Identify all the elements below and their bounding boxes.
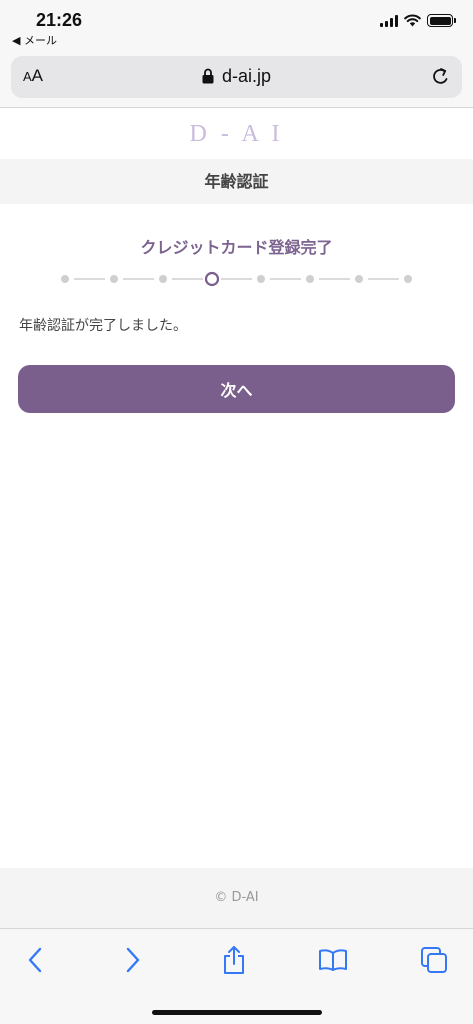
wifi-icon [404, 14, 421, 27]
progress-step [257, 275, 265, 283]
progress-step [355, 275, 363, 283]
progress-indicator [61, 271, 412, 287]
url-text: d-ai.jp [221, 66, 272, 86]
progress-step [404, 275, 412, 283]
step-title: クレジットカード登録完了 [140, 238, 333, 257]
page-title: 年齢認証 [204, 172, 269, 191]
back-to-app-link[interactable]: ◀ メール [12, 32, 57, 48]
reload-icon[interactable] [430, 66, 452, 88]
progress-step [159, 275, 167, 283]
bookmarks-icon[interactable] [318, 945, 348, 975]
status-time: 21:26 [36, 10, 83, 30]
lock-icon [202, 68, 214, 84]
progress-step-current [204, 271, 220, 287]
title-band: 年齢認証 [0, 159, 473, 204]
address-bar[interactable]: AA d-ai.jp [11, 56, 462, 98]
share-icon[interactable] [219, 945, 249, 975]
cellular-signal-icon [380, 14, 398, 27]
site-header: D - A I [0, 109, 473, 159]
site-footer: © D-AI [0, 868, 473, 928]
site-logo[interactable]: D - A I [0, 121, 473, 148]
progress-step [306, 275, 314, 283]
completion-message: 年齢認証が完了しました。 [19, 318, 187, 334]
tabs-icon[interactable] [419, 945, 449, 975]
next-button[interactable]: 次へ [18, 365, 455, 413]
back-icon[interactable] [20, 945, 50, 975]
status-bar: 21:26 ◀ メール [0, 0, 473, 48]
home-indicator [152, 1010, 322, 1015]
progress-step [61, 275, 69, 283]
browser-address-area: AA d-ai.jp [0, 48, 473, 108]
forward-icon[interactable] [118, 945, 148, 975]
copyright-text: © D-AI [214, 890, 259, 905]
progress-step [110, 275, 118, 283]
battery-icon [427, 14, 456, 27]
